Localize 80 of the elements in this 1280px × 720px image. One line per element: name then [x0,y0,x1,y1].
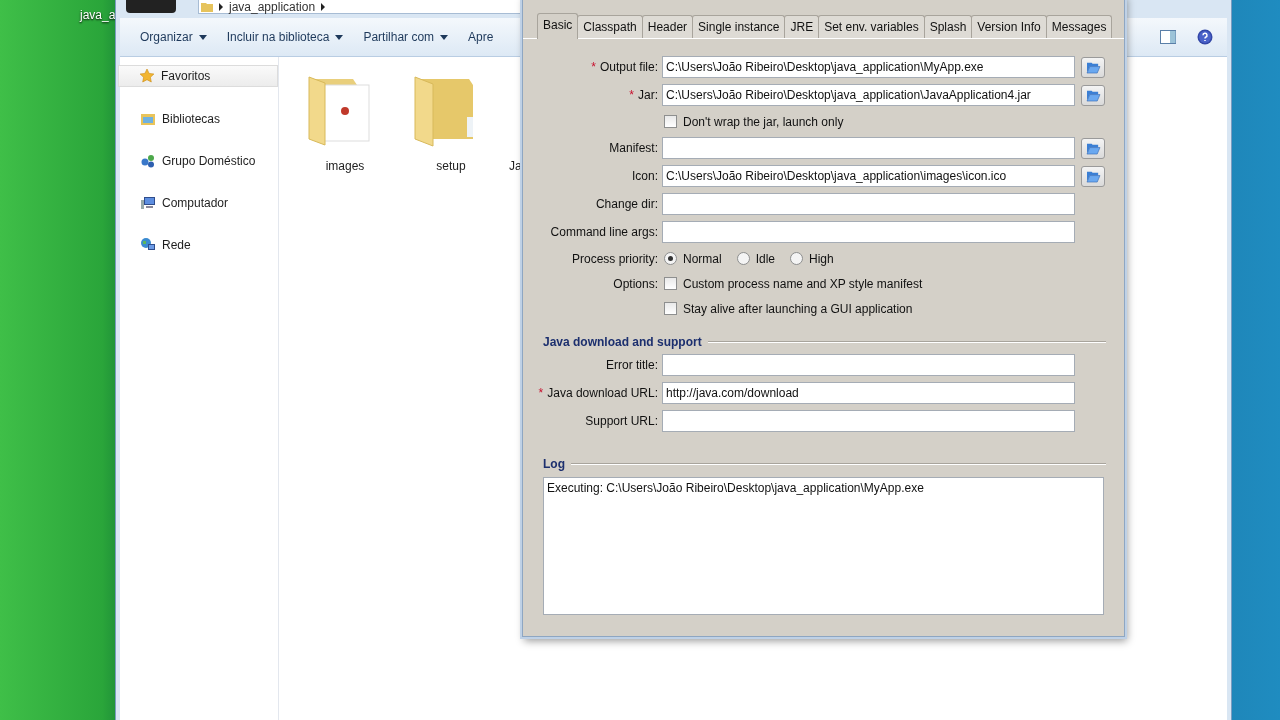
input-field[interactable] [662,221,1075,243]
caret-icon [440,34,449,40]
input-field[interactable]: C:\Users\João Ribeiro\Desktop\java_application\JavaApplication4.jar [662,84,1075,106]
tab[interactable]: Messages [1045,15,1113,38]
tab[interactable]: Set env. variables [818,15,925,38]
star-icon [139,68,155,84]
input-field[interactable] [662,193,1075,215]
checkbox[interactable] [664,302,677,315]
checkbox-label[interactable]: Stay alive after launching a GUI application [683,301,913,316]
radio-label[interactable]: High [809,251,834,266]
chevron-icon[interactable] [321,2,326,11]
radio-button[interactable] [736,252,750,265]
toolbar-button[interactable]: Organizar [134,26,213,48]
help-icon[interactable] [1197,29,1213,45]
preview-pane-icon[interactable] [1160,29,1176,45]
toolbar-button[interactable]: Incluir na biblioteca [220,26,350,48]
tab[interactable]: Version Info [971,15,1047,38]
radio-label[interactable]: Normal [683,251,722,266]
checkbox-label[interactable]: Custom process name and XP style manifest [683,276,923,291]
field-label: Command line args: [550,225,658,239]
field-label: Jar: [638,88,658,102]
field-label: Process priority: [571,251,658,266]
tab[interactable]: JRE [784,15,820,38]
radio-button[interactable] [664,252,677,265]
required-marker: * [538,386,544,400]
browse-button[interactable] [1081,137,1105,159]
checkbox[interactable] [664,115,677,128]
open-folder-icon [1085,141,1101,155]
checkbox[interactable] [664,277,677,290]
computer-icon [140,195,156,211]
open-folder-icon [1085,169,1101,183]
radio-button[interactable] [790,252,804,265]
tab[interactable]: Classpath [577,15,643,38]
input-field[interactable]: C:\Users\João Ribeiro\Desktop\java_application\images\icon.ico [662,165,1075,187]
sidebar-item[interactable]: Favoritos [118,65,278,87]
field-label: Manifest: [609,141,658,155]
input-field[interactable] [662,354,1075,376]
file-name[interactable]: setup [436,159,466,173]
network-icon [140,237,156,253]
field-label: Error title: [606,358,658,372]
caret-icon [198,34,207,40]
browse-button[interactable] [1081,165,1105,187]
homegroup-icon [140,153,156,169]
field-label: Options: [613,276,658,291]
sidebar-item[interactable]: Grupo Doméstico [120,151,278,171]
sidebar-item[interactable]: Rede [120,235,278,255]
radio-label[interactable]: Idle [755,251,776,266]
log-text: Executing: C:\Users\João Ribeiro\Desktop\java_application\MyApp.exe [547,481,924,495]
folder-icon [201,1,213,12]
input-field[interactable]: C:\Users\João Ribeiro\Desktop\java_application\MyApp.exe [662,56,1075,78]
open-folder-icon [1085,60,1101,74]
sidebar-item[interactable]: Computador [120,193,278,213]
library-icon [140,111,156,127]
field-label: Java download URL: [547,386,658,400]
section-title: Java download and support [543,335,702,349]
sidebar-item[interactable]: Bibliotecas [120,109,278,129]
field-label: Icon: [632,169,658,183]
input-field[interactable] [662,137,1075,159]
open-folder-icon [1085,88,1101,102]
field-label: Change dir: [595,197,658,211]
browse-button[interactable] [1081,84,1105,106]
tab[interactable]: Basic [537,13,579,39]
required-marker: * [591,60,596,74]
tab[interactable]: Header [641,15,694,38]
input-field[interactable]: http://java.com/download [662,382,1075,404]
section-title: Log [543,457,565,471]
required-marker: * [629,88,634,102]
field-label: Output file: [599,60,658,74]
field-label: Support URL: [585,414,658,428]
breadcrumb[interactable]: java_application [229,0,316,13]
chevron-icon[interactable] [219,2,223,11]
checkbox-label[interactable]: Don't wrap the jar, launch only [683,114,844,129]
tab[interactable]: Single instance [692,15,786,38]
input-field[interactable] [662,410,1075,432]
toolbar-button[interactable]: Apre [462,26,500,48]
browse-button[interactable] [1081,56,1105,78]
toolbar-button[interactable]: Partilhar com [357,26,455,48]
caret-icon [335,34,344,40]
file-name[interactable]: images [325,159,365,173]
tab[interactable]: Splash [923,15,973,38]
